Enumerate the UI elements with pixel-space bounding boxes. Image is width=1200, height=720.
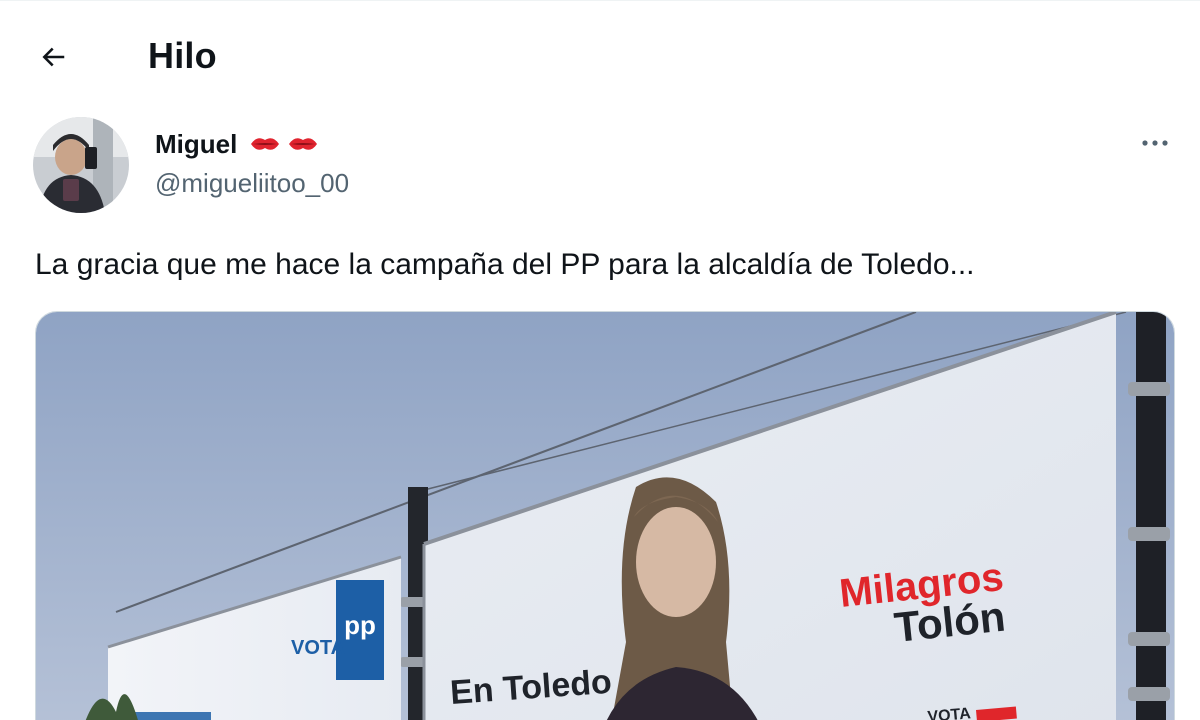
avatar[interactable] [33,117,129,213]
author-handle[interactable]: @migueliitoo_00 [155,168,349,199]
name-emoji-group [249,133,319,155]
page-title: Hilo [148,35,217,76]
more-options-button[interactable] [1132,124,1178,162]
arrow-left-icon [42,47,65,67]
kiss-mark-icon [251,138,280,150]
left-billboard-vota: VOTA [291,637,345,659]
author-display-name[interactable]: Miguel [155,129,237,160]
more-horizontal-icon [1142,140,1168,146]
thread-header: Hilo [0,0,1200,112]
tweet-photo[interactable]: pp VOTA En Toledo Milagros Tolón VOTA [35,311,1175,720]
kiss-mark-icon [289,138,318,150]
tweet-text: La gracia que me hace la campaña del PP … [35,248,975,281]
pp-logo-text: pp [344,610,376,640]
author-name-row: Miguel [155,125,319,163]
back-button[interactable] [30,34,76,80]
